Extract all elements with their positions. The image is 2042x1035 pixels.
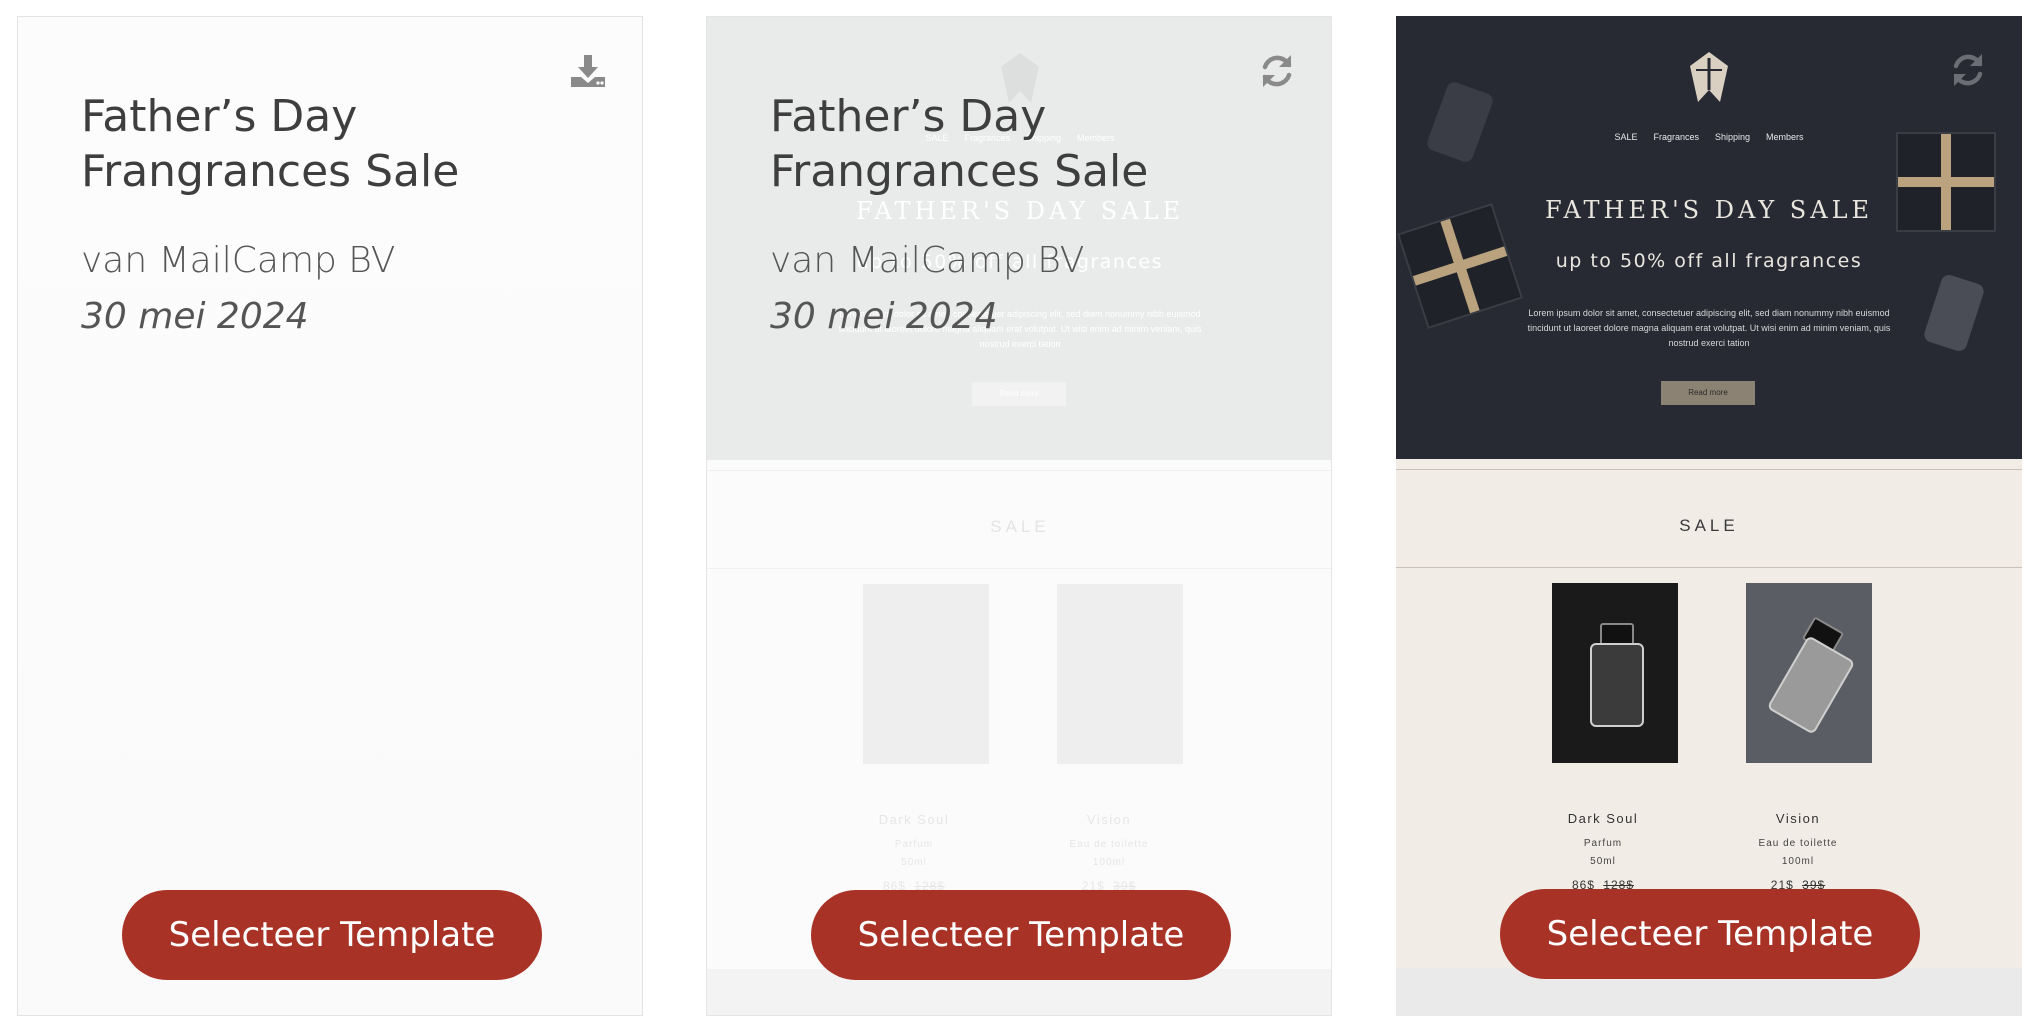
refresh-icon[interactable] (1257, 51, 1297, 91)
product-size: 50ml (901, 857, 927, 868)
preview-subheadline: up to 50% off all fragrances (1555, 250, 1863, 272)
template-title: Father’s Day Frangrances Sale (770, 91, 1149, 197)
preview-body: Lorem ipsum dolor sit amet, consectetuer… (1527, 308, 1891, 348)
template-date: 30 mei 2024 (81, 296, 309, 337)
product-name: Dark Soul (878, 812, 950, 827)
perfume-bottle-image (1922, 272, 1986, 354)
template-author: van MailCamp BV (81, 240, 396, 281)
perfume-bottle-image (1425, 79, 1495, 165)
preview-nav-item: Fragrances (1653, 132, 1699, 142)
product-type: Eau de toilette (1069, 839, 1149, 850)
preview-headline: FATHER'S DAY SALE (1544, 196, 1874, 224)
product-size: 100ml (1092, 857, 1126, 868)
template-card-1: Father’s Day Frangrances Sale van MailCa… (17, 16, 643, 1016)
product-type: Parfum (894, 839, 934, 850)
preview-cta: Read more (1661, 381, 1755, 405)
product-name: Vision (1775, 811, 1821, 826)
preview-section-title: SALE (1679, 516, 1739, 535)
product-image (1057, 584, 1183, 764)
preview-nav-item: SALE (1614, 132, 1638, 142)
product-type: Parfum (1583, 838, 1623, 849)
brand-logo-icon (1690, 52, 1728, 102)
template-card-3: SALE Fragrances Shipping Members FATHER'S D… (1396, 16, 2022, 1016)
preview-nav-item: Shipping (1715, 132, 1751, 142)
select-template-button[interactable]: Selecteer Template (811, 890, 1231, 980)
product-type: Eau de toilette (1758, 838, 1838, 849)
select-template-button[interactable]: Selecteer Template (122, 890, 542, 980)
template-preview: SALE Fragrances Shipping Members FATHER'S D… (1396, 16, 2022, 1016)
select-template-button[interactable]: Selecteer Template (1500, 889, 1920, 979)
template-author: van MailCamp BV (770, 240, 1085, 281)
product-image (1746, 583, 1872, 763)
preview-hero: SALE Fragrances Shipping Members FATHER'S D… (1396, 16, 2022, 459)
product-name: Vision (1086, 812, 1132, 827)
template-title: Father’s Day Frangrances Sale (81, 91, 460, 197)
product-image (1552, 583, 1678, 763)
product-size: 100ml (1781, 856, 1815, 867)
product-image (863, 584, 989, 764)
product-size: 50ml (1590, 856, 1616, 867)
download-icon[interactable] (568, 51, 608, 91)
preview-nav-item: Members (1766, 132, 1804, 142)
preview-cta: Read more (972, 382, 1066, 406)
preview-section-title: SALE (990, 517, 1050, 536)
template-card-2: SALE Fragrances Shipping Members FATHER'S D… (706, 16, 1332, 1016)
refresh-icon[interactable] (1948, 50, 1988, 90)
product-name: Dark Soul (1567, 811, 1639, 826)
template-date: 30 mei 2024 (770, 296, 998, 337)
